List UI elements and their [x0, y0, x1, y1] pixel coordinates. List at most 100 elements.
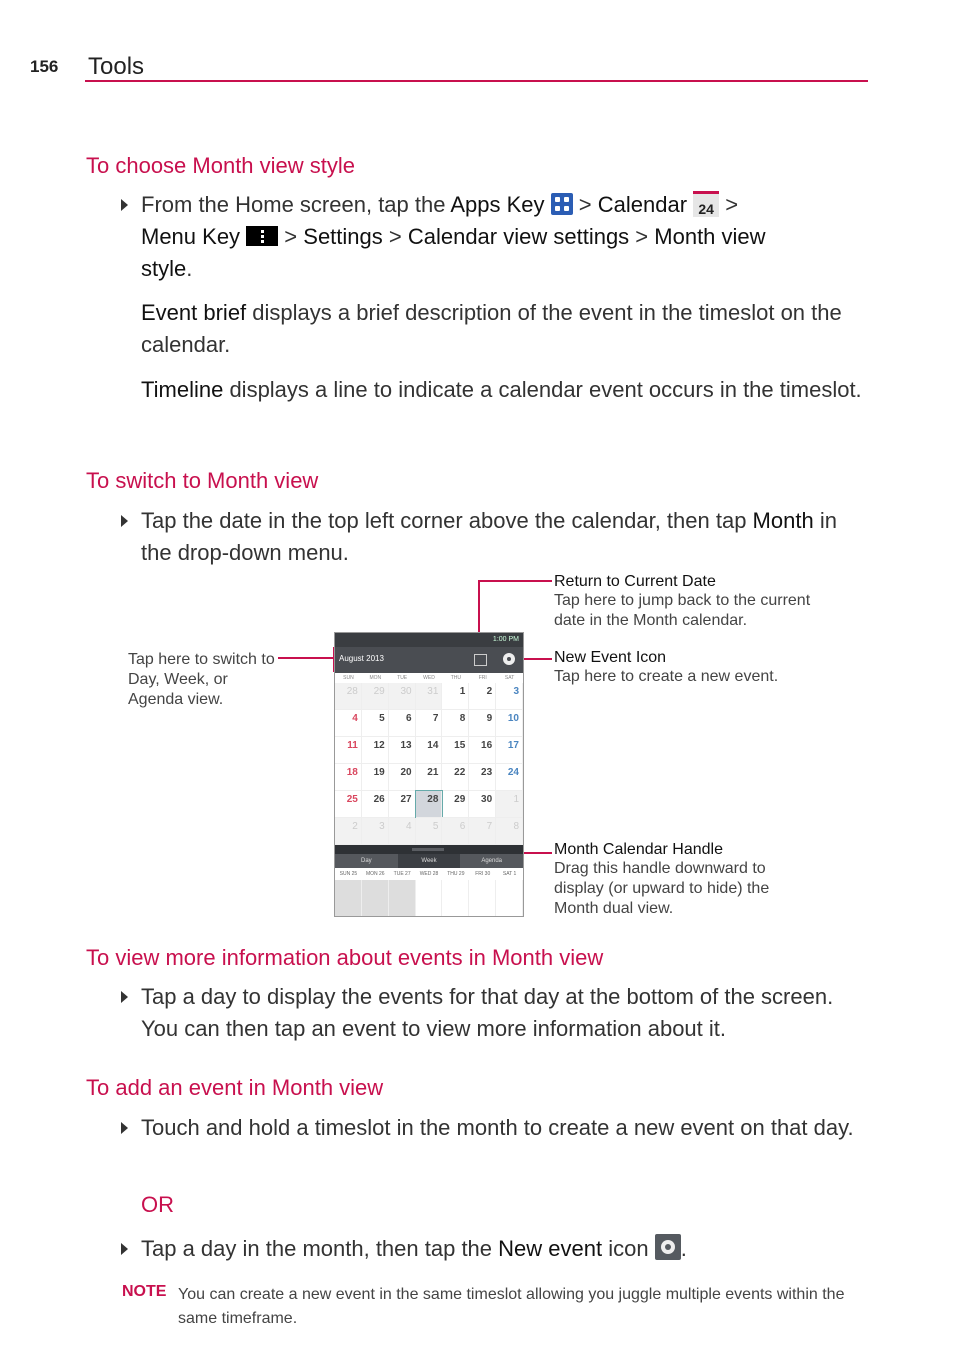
week-day-label: THU 29 — [447, 871, 465, 877]
callout-line-return-h — [478, 580, 552, 582]
calendar-action-bar: August 2013 — [335, 647, 523, 673]
calendar-day-cell[interactable]: 10 — [496, 710, 523, 737]
section-title-add-event: To add an event in Month view — [86, 1075, 384, 1100]
calendar-day-cell[interactable]: 2 — [335, 818, 362, 845]
bullet-icon — [121, 1122, 128, 1134]
calendar-day-cell[interactable]: 6 — [442, 818, 470, 845]
week-day-label: MON 26 — [365, 871, 385, 877]
calendar-day-cell[interactable]: 21 — [415, 764, 443, 791]
page-number: 156 — [30, 57, 59, 76]
calendar-day-cell[interactable]: 14 — [415, 737, 443, 764]
week-day-label: FRI 30 — [475, 871, 491, 877]
day-of-week-label: SUN — [343, 675, 354, 681]
calendar-day-cell[interactable]: 6 — [388, 710, 416, 737]
calendar-day-cell[interactable]: 5 — [415, 818, 443, 845]
calendar-day-cell[interactable]: 3 — [496, 683, 523, 710]
calendar-day-cell[interactable]: 8 — [442, 710, 470, 737]
calendar-day-cell[interactable]: 4 — [335, 710, 362, 737]
chapter-title: Tools — [88, 53, 145, 80]
calendar-day-cell[interactable]: 5 — [361, 710, 389, 737]
new-event-icon[interactable] — [503, 653, 515, 665]
day-of-week-label: THU — [450, 675, 461, 681]
or-label: OR — [141, 1192, 174, 1217]
option-event-brief: Event brief displays a brief description… — [141, 300, 842, 357]
calendar-day-cell[interactable]: 23 — [469, 764, 497, 791]
new-event-icon — [654, 1234, 681, 1261]
apps-key-icon — [550, 193, 573, 216]
calendar-day-cell[interactable]: 30 — [388, 683, 416, 710]
option-timeline: Timeline displays a line to indicate a c… — [141, 377, 862, 402]
calendar-day-cell[interactable]: 11 — [335, 737, 362, 764]
calendar-day-cell[interactable]: 2 — [469, 683, 497, 710]
view-tab-week[interactable]: Week — [397, 854, 461, 868]
bullet-icon — [121, 991, 128, 1003]
note-label: NOTE — [122, 1283, 167, 1300]
calendar-day-cell[interactable]: 12 — [361, 737, 389, 764]
calendar-day-cell[interactable]: 16 — [469, 737, 497, 764]
section-title-month-view-style: To choose Month view style — [86, 153, 356, 178]
return-to-today-icon[interactable] — [474, 654, 487, 666]
week-body — [335, 880, 523, 916]
calendar-app-icon: 24 — [693, 191, 720, 218]
note-text: You can create a new event in the same t… — [178, 1286, 845, 1327]
calendar-day-cell[interactable]: 15 — [442, 737, 470, 764]
callout-new-event-icon: New Event Icon Tap here to create a new … — [554, 649, 779, 685]
week-header: SUN 25 MON 26 TUE 27 WED 28 THU 29 FRI 30 SAT … — [335, 868, 523, 880]
calendar-day-cell[interactable]: 24 — [496, 764, 523, 791]
day-of-week-label: SAT — [504, 675, 515, 681]
bullet-icon — [121, 1243, 128, 1255]
callout-line-left — [278, 657, 334, 659]
callout-return-current-date: Return to Current Date Tap here to jump … — [554, 573, 811, 629]
day-of-week-label: WED — [423, 675, 435, 681]
calendar-day-cell[interactable]: 13 — [388, 737, 416, 764]
calendar-day-cell[interactable]: 28 — [414, 790, 444, 819]
week-day-label: TUE 27 — [393, 871, 411, 877]
calendar-day-cell[interactable]: 25 — [335, 791, 362, 818]
handle-grip[interactable] — [412, 848, 444, 851]
calendar-day-cell[interactable]: 17 — [496, 737, 523, 764]
calendar-day-cell[interactable]: 29 — [361, 683, 389, 710]
view-tab-day[interactable]: Day — [335, 854, 398, 868]
calendar-screenshot: 1:00 PM August 2013 SUN MON TUE WED THU FRI SA… — [334, 632, 524, 917]
callout-month-handle: Month Calendar Handle Drag this handle d… — [554, 841, 770, 917]
month-selector[interactable]: August 2013 — [339, 654, 384, 663]
week-day-label: SUN 25 — [339, 871, 358, 877]
calendar-day-cell[interactable]: 8 — [496, 818, 523, 845]
section-title-switch-month-view: To switch to Month view — [86, 468, 319, 493]
step-month-view-style: From the Home screen, tap the Apps Key >… — [121, 189, 871, 285]
calendar-day-cell[interactable]: 1 — [496, 791, 523, 818]
step-add-event-hold: Touch and hold a timeslot in the month t… — [121, 1112, 871, 1144]
calendar-day-cell[interactable]: 22 — [442, 764, 470, 791]
month-calendar-handle[interactable] — [335, 845, 523, 854]
callout-view-switch: Tap here to switch to Day, Week, or Agen… — [128, 651, 275, 708]
bullet-icon — [121, 199, 128, 211]
header-rule — [85, 80, 868, 82]
calendar-day-cell[interactable]: 26 — [361, 791, 389, 818]
calendar-day-cell[interactable]: 30 — [469, 791, 497, 818]
calendar-day-cell[interactable]: 3 — [361, 818, 389, 845]
section-title-more-info: To view more information about events in… — [86, 945, 604, 970]
step-switch-month-view: Tap the date in the top left corner abov… — [121, 505, 871, 569]
step-more-info: Tap a day to display the events for that… — [121, 981, 871, 1045]
calendar-day-cell[interactable]: 27 — [388, 791, 416, 818]
day-of-week-label: TUE — [397, 675, 408, 681]
calendar-day-cell[interactable]: 9 — [469, 710, 497, 737]
calendar-day-cell[interactable]: 1 — [442, 683, 470, 710]
bullet-icon — [121, 515, 128, 527]
calendar-day-cell[interactable]: 28 — [335, 683, 362, 710]
day-of-week-label: MON — [369, 675, 382, 681]
day-of-week-header: SUN MON TUE WED THU FRI SAT — [335, 673, 523, 683]
calendar-day-cell[interactable]: 19 — [361, 764, 389, 791]
week-day-label: SAT 1 — [502, 871, 517, 877]
view-tabs: Day Week Agenda — [335, 854, 523, 868]
month-grid: 28 29 30 31 1 2 3 4 5 6 7 8 9 10 11 12 13 14 15 16 17 18 19 20 2… — [335, 683, 523, 845]
calendar-day-cell[interactable]: 7 — [469, 818, 497, 845]
calendar-day-cell[interactable]: 7 — [415, 710, 443, 737]
calendar-day-cell[interactable]: 4 — [388, 818, 416, 845]
calendar-day-cell[interactable]: 29 — [442, 791, 470, 818]
view-tab-agenda[interactable]: Agenda — [460, 854, 523, 868]
calendar-day-cell[interactable]: 31 — [415, 683, 443, 710]
calendar-day-cell[interactable]: 18 — [335, 764, 362, 791]
step-add-event-tap: Tap a day in the month, then tap the New… — [121, 1233, 871, 1265]
calendar-day-cell[interactable]: 20 — [388, 764, 416, 791]
